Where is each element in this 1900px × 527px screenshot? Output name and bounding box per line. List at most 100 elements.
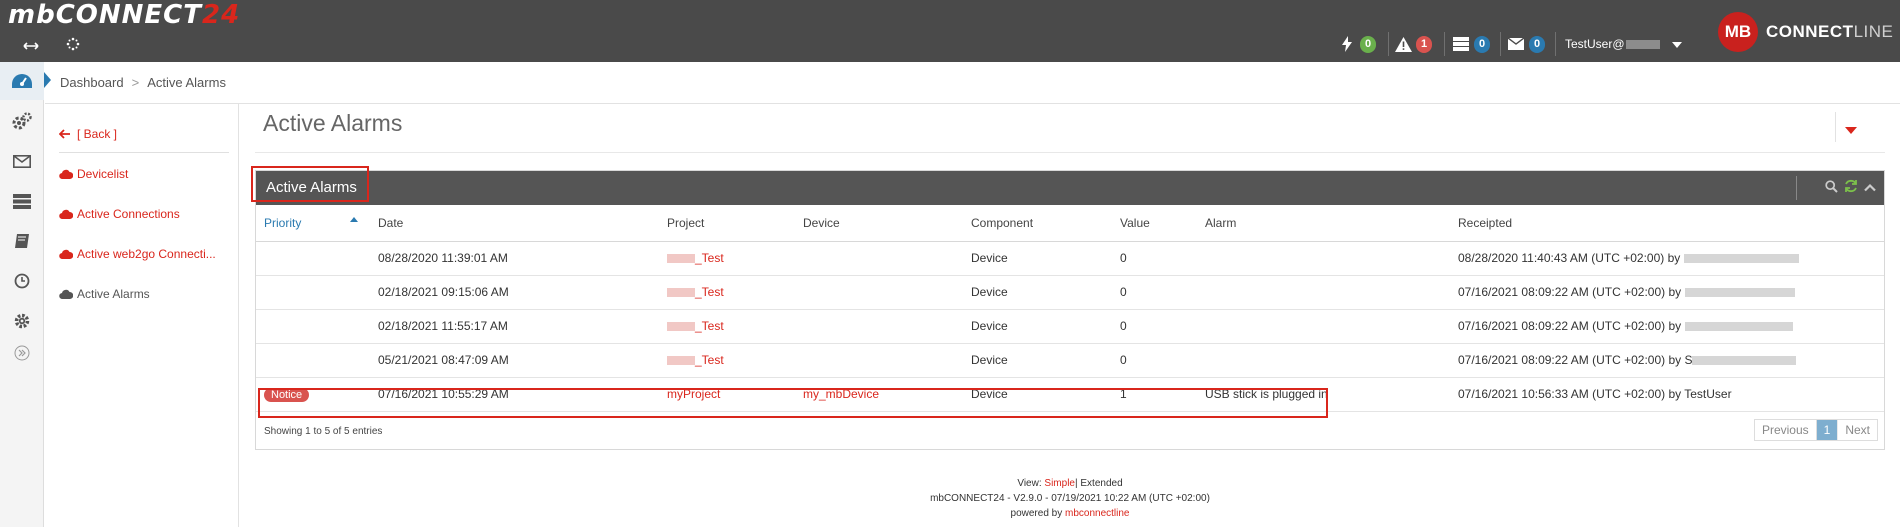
cell-device bbox=[795, 241, 963, 276]
arrows-horizontal-icon[interactable] bbox=[20, 36, 42, 56]
back-link[interactable]: [ Back ] bbox=[59, 122, 117, 146]
pagination-page-1[interactable]: 1 bbox=[1816, 420, 1839, 440]
view-extended-link[interactable]: Extended bbox=[1080, 478, 1122, 489]
chevron-down-icon[interactable] bbox=[1672, 42, 1682, 48]
cell-project[interactable]: myProject bbox=[659, 377, 795, 412]
cell-date: 07/16/2021 10:55:29 AM bbox=[370, 377, 659, 412]
column-header-device[interactable]: Device bbox=[795, 205, 963, 242]
cell-component: Device bbox=[963, 241, 1112, 276]
book-icon[interactable] bbox=[0, 222, 44, 260]
cell-value: 0 bbox=[1112, 309, 1197, 344]
icon-sidebar bbox=[0, 62, 51, 527]
server-icon[interactable] bbox=[0, 182, 44, 220]
cell-priority bbox=[256, 343, 370, 378]
cell-alarm bbox=[1197, 343, 1450, 378]
column-header-date[interactable]: Date bbox=[370, 205, 659, 242]
highlight-box bbox=[251, 166, 369, 202]
table-row[interactable]: 08/28/2020 11:39:01 AM _Test Device 0 08… bbox=[256, 241, 1884, 276]
cell-alarm bbox=[1197, 309, 1450, 344]
cloud-icon bbox=[59, 249, 73, 259]
bolt-icon bbox=[1338, 35, 1356, 53]
envelope-icon bbox=[1507, 35, 1525, 53]
version-info: mbCONNECT24 - V2.9.0 - 07/19/2021 10:22 … bbox=[930, 493, 1210, 504]
view-simple-link[interactable]: Simple bbox=[1044, 478, 1075, 489]
breadcrumb-current: Active Alarms bbox=[147, 75, 226, 90]
cell-project[interactable]: _Test bbox=[659, 241, 795, 276]
cell-project[interactable]: _Test bbox=[659, 275, 795, 310]
app-logo[interactable]: mbCONNECT24 bbox=[8, 0, 240, 30]
cell-value: 0 bbox=[1112, 241, 1197, 276]
cogs-icon[interactable] bbox=[0, 102, 44, 140]
page-title: Active Alarms bbox=[263, 110, 403, 136]
breadcrumb-dashboard[interactable]: Dashboard bbox=[60, 75, 124, 90]
cell-receipted: 07/16/2021 10:56:33 AM (UTC +02:00) by T… bbox=[1450, 377, 1884, 412]
footer: View: Simple| Extended mbCONNECT24 - V2.… bbox=[240, 476, 1900, 521]
table-row[interactable]: 02/18/2021 09:15:06 AM _Test Device 0 07… bbox=[256, 275, 1884, 310]
cloud-icon bbox=[59, 209, 73, 219]
cell-priority bbox=[256, 241, 370, 276]
cell-priority bbox=[256, 309, 370, 344]
cell-date: 08/28/2020 11:39:01 AM bbox=[370, 241, 659, 276]
alarm-status[interactable]: 1 bbox=[1394, 32, 1432, 56]
alarm-count-badge: 1 bbox=[1416, 35, 1432, 53]
pagination-previous[interactable]: Previous bbox=[1755, 420, 1817, 440]
cell-alarm bbox=[1197, 275, 1450, 310]
arrow-left-icon bbox=[59, 129, 73, 139]
cell-value: 0 bbox=[1112, 343, 1197, 378]
gear-icon[interactable] bbox=[0, 302, 44, 340]
user-menu[interactable]: TestUser@ bbox=[1565, 37, 1660, 51]
power-status[interactable]: 0 bbox=[1338, 32, 1376, 56]
dashboard-icon[interactable] bbox=[0, 62, 51, 100]
column-header-value[interactable]: Value bbox=[1112, 205, 1197, 242]
pagination: Previous 1 Next bbox=[1753, 419, 1878, 441]
cell-project[interactable]: _Test bbox=[659, 343, 795, 378]
spinner-icon[interactable] bbox=[62, 36, 84, 56]
cell-component: Device bbox=[963, 377, 1112, 412]
entries-info: Showing 1 to 5 of 5 entries bbox=[264, 426, 383, 437]
collapse-icon[interactable] bbox=[1864, 181, 1876, 195]
sidemenu-item-active-web2go[interactable]: Active web2go Connecti... bbox=[59, 242, 216, 266]
column-header-receipted[interactable]: Receipted bbox=[1450, 205, 1884, 242]
alarms-table: Priority Date Project Device Component V… bbox=[256, 205, 1884, 412]
column-header-project[interactable]: Project bbox=[659, 205, 795, 242]
cell-receipted: 08/28/2020 11:40:43 AM (UTC +02:00) by bbox=[1450, 241, 1884, 276]
envelope-icon[interactable] bbox=[0, 142, 44, 180]
expand-chevron-icon[interactable] bbox=[0, 338, 44, 368]
cell-device[interactable]: my_mbDevice bbox=[795, 377, 963, 412]
cloud-icon bbox=[59, 289, 73, 299]
column-header-priority[interactable]: Priority bbox=[256, 205, 370, 242]
device-status[interactable]: 0 bbox=[1452, 32, 1490, 56]
panel-header: Active Alarms bbox=[251, 166, 1884, 205]
cloud-icon bbox=[59, 169, 73, 179]
table-row[interactable]: 05/21/2021 08:47:09 AM _Test Device 0 07… bbox=[256, 343, 1884, 378]
cell-component: Device bbox=[963, 275, 1112, 310]
refresh-icon[interactable] bbox=[1844, 179, 1858, 196]
breadcrumb: Dashboard > Active Alarms bbox=[45, 62, 1900, 104]
sidemenu-item-devicelist[interactable]: Devicelist bbox=[59, 162, 128, 186]
sidemenu-item-active-alarms[interactable]: Active Alarms bbox=[59, 282, 150, 306]
pagination-next[interactable]: Next bbox=[1838, 420, 1877, 440]
sidemenu-item-active-connections[interactable]: Active Connections bbox=[59, 202, 180, 226]
alarms-panel: Active Alarms Priority Date Project Devi… bbox=[251, 166, 1885, 450]
table-row[interactable]: 02/18/2021 11:55:17 AM _Test Device 0 07… bbox=[256, 309, 1884, 344]
cell-project[interactable]: _Test bbox=[659, 309, 795, 344]
power-count-badge: 0 bbox=[1360, 35, 1376, 53]
search-icon[interactable] bbox=[1825, 179, 1838, 196]
cell-component: Device bbox=[963, 309, 1112, 344]
table-row[interactable]: Notice 07/16/2021 10:55:29 AM myProject … bbox=[256, 377, 1884, 412]
cell-date: 05/21/2021 08:47:09 AM bbox=[370, 343, 659, 378]
column-header-alarm[interactable]: Alarm bbox=[1197, 205, 1450, 242]
message-status[interactable]: 0 bbox=[1507, 32, 1545, 56]
powered-by-link[interactable]: mbconnectline bbox=[1065, 508, 1129, 519]
cell-device bbox=[795, 343, 963, 378]
sort-asc-icon bbox=[350, 217, 358, 222]
cell-receipted: 07/16/2021 08:09:22 AM (UTC +02:00) by bbox=[1450, 309, 1884, 344]
cell-value: 1 bbox=[1112, 377, 1197, 412]
cell-date: 02/18/2021 11:55:17 AM bbox=[370, 309, 659, 344]
top-bar: mbCONNECT24 0 1 0 0 TestUser@ MB CONNECT… bbox=[0, 0, 1900, 62]
table-header-row: Priority Date Project Device Component V… bbox=[256, 205, 1884, 242]
column-header-component[interactable]: Component bbox=[963, 205, 1112, 242]
device-count-badge: 0 bbox=[1474, 35, 1490, 53]
clock-icon[interactable] bbox=[0, 262, 44, 300]
chevron-down-icon[interactable] bbox=[1845, 127, 1857, 134]
